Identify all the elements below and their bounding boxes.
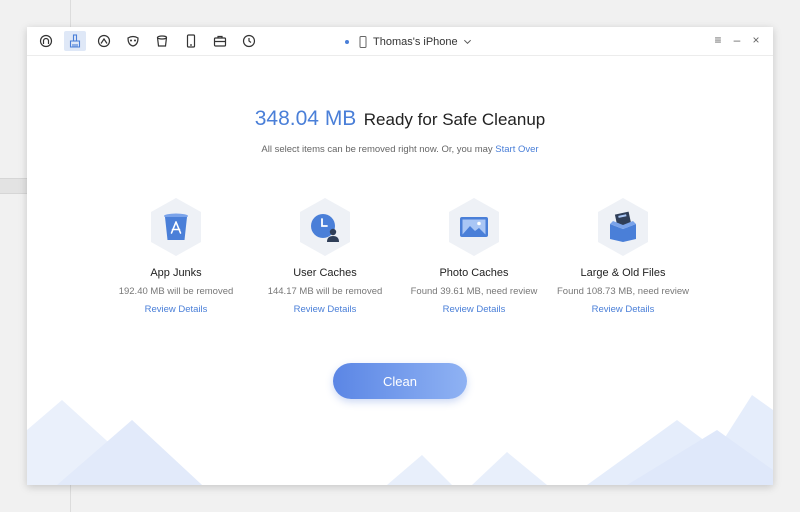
device-selector[interactable]: Thomas's iPhone — [345, 34, 472, 50]
category-title: User Caches — [293, 267, 357, 279]
cleanup-button[interactable] — [64, 31, 86, 51]
subtitle-text: All select items can be removed right no… — [261, 144, 493, 155]
title-bar: Thomas's iPhone ≡ – × — [27, 27, 773, 56]
file-box-icon — [610, 211, 636, 242]
category-card-large-old-files: Large & Old Files Found 108.73 MB, need … — [548, 197, 698, 317]
cleanup-summary-panel: 348.04 MB Ready for Safe Cleanup All sel… — [27, 56, 773, 485]
hexagon-badge — [150, 197, 202, 257]
trash-button[interactable] — [151, 31, 173, 51]
start-over-link[interactable]: Start Over — [495, 144, 538, 155]
category-title: Photo Caches — [439, 267, 509, 279]
background-strip — [0, 178, 30, 194]
device-name: Thomas's iPhone — [373, 36, 458, 48]
system-cleanup-button[interactable] — [93, 31, 115, 51]
menu-button[interactable]: ≡ — [713, 33, 723, 47]
category-description: 192.40 MB will be removed — [118, 286, 234, 297]
phone-icon — [359, 36, 367, 48]
close-button[interactable]: × — [751, 33, 761, 47]
category-description: 144.17 MB will be removed — [267, 286, 383, 297]
device-phone-icon — [186, 34, 196, 48]
hexagon-badge — [448, 197, 500, 257]
category-description: Found 108.73 MB, need review — [556, 286, 690, 297]
category-card-user-caches: User Caches 144.17 MB will be removed Re… — [250, 197, 400, 317]
photo-icon — [460, 217, 488, 237]
connection-status-dot — [345, 40, 349, 44]
user-clock-icon — [311, 214, 339, 242]
category-card-photo-caches: Photo Caches Found 39.61 MB, need review… — [399, 197, 549, 317]
review-details-link[interactable]: Review Details — [443, 304, 506, 315]
trash-bin-icon — [156, 35, 168, 47]
hexagon-badge — [597, 197, 649, 257]
review-details-link[interactable]: Review Details — [145, 304, 208, 315]
toolbox-button[interactable] — [209, 31, 231, 51]
clock-cleanup-icon — [97, 34, 111, 48]
category-cards: App Junks 192.40 MB will be removed Revi… — [101, 197, 698, 347]
hexagon-badge — [299, 197, 351, 257]
app-store-bin-icon — [164, 213, 188, 240]
history-icon — [242, 34, 256, 48]
background-mountains — [27, 395, 773, 485]
history-button[interactable] — [238, 31, 260, 51]
privacy-mask-icon — [127, 35, 139, 47]
summary-subtitle: All select items can be removed right no… — [27, 144, 773, 155]
main-toolbar — [35, 31, 260, 51]
total-size-value: 348.04 MB — [254, 107, 357, 130]
cleanup-brush-icon — [69, 34, 81, 48]
review-details-link[interactable]: Review Details — [592, 304, 655, 315]
device-button[interactable] — [180, 31, 202, 51]
summary-headline: 348.04 MB Ready for Safe Cleanup — [27, 107, 773, 131]
review-details-link[interactable]: Review Details — [294, 304, 357, 315]
category-description: Found 39.61 MB, need review — [410, 286, 538, 297]
status-text: Ready for Safe Cleanup — [363, 110, 546, 129]
window-controls: ≡ – × — [713, 33, 761, 47]
minimize-button[interactable]: – — [732, 33, 742, 47]
quick-manage-icon — [39, 34, 53, 48]
chevron-down-icon — [463, 39, 471, 45]
toolbox-icon — [213, 35, 227, 47]
privacy-button[interactable] — [122, 31, 144, 51]
category-title: App Junks — [150, 267, 202, 279]
category-title: Large & Old Files — [580, 267, 666, 279]
app-window: Thomas's iPhone ≡ – × 348.04 MB Ready fo… — [27, 27, 773, 485]
category-card-app-junks: App Junks 192.40 MB will be removed Revi… — [101, 197, 251, 317]
quick-manage-button[interactable] — [35, 31, 57, 51]
